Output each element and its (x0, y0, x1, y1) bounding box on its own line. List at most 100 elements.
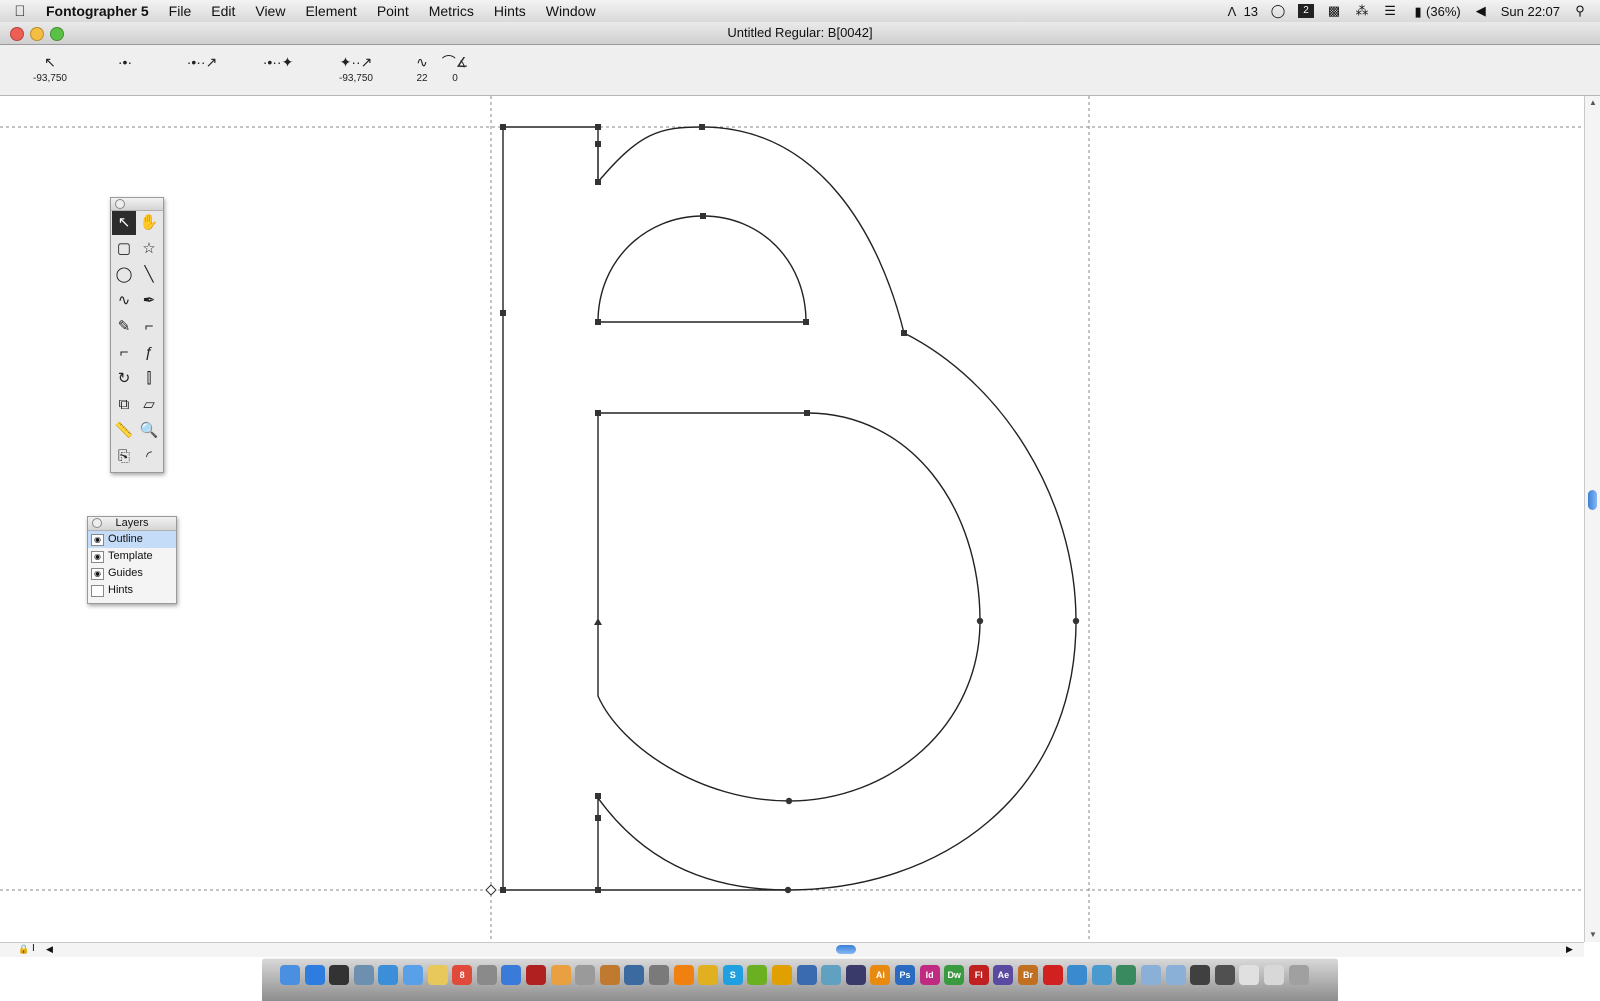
dock-system-preferences-icon[interactable] (649, 965, 669, 985)
dock-fontlab-icon[interactable] (772, 965, 792, 985)
dock-finder-icon[interactable] (280, 965, 300, 985)
scroll-right-arrow-icon[interactable]: ▶ (1566, 944, 1573, 955)
dock-fontographer-icon[interactable] (845, 965, 866, 985)
menu-hints[interactable]: Hints (484, 0, 536, 22)
wifi-icon[interactable]: ☰ (1382, 4, 1398, 18)
dock-messages-icon[interactable] (403, 965, 423, 985)
dock-spotify-icon[interactable] (747, 965, 768, 985)
lock-icon[interactable]: 🔒 (18, 944, 29, 955)
freehand-tool[interactable]: ∿ (112, 289, 136, 313)
bluetooth-icon[interactable]: ⁂ (1354, 4, 1370, 18)
apple-menu-icon[interactable]:  (0, 3, 40, 20)
dock-network-icon[interactable] (796, 965, 817, 985)
tools-palette-title-bar[interactable] (111, 198, 163, 211)
eye-icon[interactable]: ◉ (91, 551, 104, 563)
layer-template[interactable]: ◉ Template (88, 548, 176, 565)
zoom-tool[interactable]: 🔍 (137, 419, 161, 443)
sync-icon[interactable]: ◯ (1270, 4, 1286, 18)
dock-app-extra-icon[interactable] (821, 965, 842, 985)
menu-edit[interactable]: Edit (201, 0, 245, 22)
hand-tool[interactable]: ✋ (137, 211, 161, 235)
dock-trash-icon[interactable] (1288, 965, 1309, 985)
star-tool[interactable]: ☆ (137, 237, 161, 261)
dock-photos-icon[interactable] (476, 965, 497, 985)
menu-element[interactable]: Element (295, 0, 366, 22)
dock-skype-icon[interactable]: S (722, 965, 743, 985)
text-cursor-icon[interactable]: I (32, 943, 35, 954)
rectangle-tool[interactable]: ▢ (112, 237, 136, 261)
eye-icon[interactable]: ◉ (91, 534, 104, 546)
dock-acrobat-icon[interactable] (1042, 965, 1063, 985)
curve-point-tool[interactable]: ⌐ (137, 315, 161, 339)
visibility-checkbox[interactable] (91, 585, 104, 597)
dock-folder-2-icon[interactable] (1165, 965, 1186, 985)
vertical-scrollbar[interactable]: ▲ ▼ (1584, 96, 1600, 942)
menu-view[interactable]: View (245, 0, 295, 22)
scroll-down-arrow-icon[interactable]: ▼ (1587, 930, 1599, 940)
scroll-up-arrow-icon[interactable]: ▲ (1587, 98, 1599, 108)
corner-rounding-tool[interactable]: ◜ (137, 445, 161, 469)
dock-photobooth-icon[interactable] (526, 965, 546, 985)
menu-window[interactable]: Window (536, 0, 606, 22)
line-tool[interactable]: ╲ (137, 263, 161, 287)
menu-file[interactable]: File (159, 0, 202, 22)
dock-chrome-icon[interactable] (698, 965, 719, 985)
zoom-window-button[interactable] (50, 27, 64, 41)
dock-app-c-icon[interactable] (1116, 965, 1137, 985)
layer-outline[interactable]: ◉ Outline (88, 531, 176, 548)
dock-flash-icon[interactable]: Fl (968, 965, 989, 985)
reflect-tool[interactable]: ⫿ (137, 367, 161, 391)
menu-point[interactable]: Point (367, 0, 419, 22)
dock-automator-icon[interactable] (575, 965, 596, 985)
vertical-scroll-thumb[interactable] (1588, 490, 1597, 510)
horizontal-scroll-thumb[interactable] (836, 945, 856, 954)
dock-app-a-icon[interactable] (1067, 965, 1088, 985)
horizontal-scrollbar[interactable]: 🔒 I ◀ ▶ (0, 942, 1584, 957)
dock-folder-1-icon[interactable] (1141, 965, 1161, 985)
dock-preview-icon[interactable] (353, 965, 374, 985)
dock-bridge-icon[interactable]: Br (1018, 965, 1038, 985)
spotlight-search-icon[interactable]: ⚲ (1572, 4, 1588, 18)
display-icon[interactable]: ▩ (1326, 4, 1342, 18)
dock-window-2-icon[interactable] (1214, 965, 1235, 985)
dock-garageband-icon[interactable] (599, 965, 620, 985)
scale-tool[interactable]: ⧉ (112, 393, 136, 417)
adobe-status[interactable]: Λ 13 (1224, 4, 1258, 19)
measure-tool[interactable]: 📏 (112, 419, 136, 443)
dock-dreamweaver-icon[interactable]: Dw (944, 965, 965, 985)
two-icon[interactable]: 2 (1298, 4, 1315, 18)
close-palette-icon[interactable] (115, 199, 125, 209)
glyph-edit-canvas[interactable] (0, 96, 1584, 942)
ellipse-tool[interactable]: ◯ (112, 263, 136, 287)
layer-guides[interactable]: ◉ Guides (88, 565, 176, 582)
close-palette-icon[interactable] (92, 518, 102, 528)
dock-indesign-icon[interactable]: Id (919, 965, 940, 985)
layer-hints[interactable]: Hints (88, 582, 176, 599)
volume-icon[interactable]: ◀ (1473, 4, 1489, 18)
dock-after-effects-icon[interactable]: Ae (993, 965, 1014, 985)
eye-icon[interactable]: ◉ (91, 568, 104, 580)
dock-app-b-icon[interactable] (1091, 965, 1112, 985)
layers-palette-title-bar[interactable]: Layers (88, 517, 176, 531)
battery-status[interactable]: ▮ (36%) (1410, 4, 1460, 19)
pen-tool[interactable]: ✒ (137, 289, 161, 313)
minimize-window-button[interactable] (30, 27, 44, 41)
brush-tool[interactable]: ✎ (112, 315, 136, 339)
tangent-point-tool[interactable]: ƒ (137, 341, 161, 365)
knife-tool[interactable]: ⎘ (112, 445, 136, 469)
dock-vlc-icon[interactable] (673, 965, 694, 985)
scroll-left-arrow-icon[interactable]: ◀ (46, 944, 53, 955)
dock-window-4-icon[interactable] (1264, 965, 1284, 985)
menu-metrics[interactable]: Metrics (419, 0, 484, 22)
skew-tool[interactable]: ▱ (137, 393, 161, 417)
dock-dashboard-icon[interactable] (329, 965, 350, 985)
dock-app-store-icon[interactable] (304, 965, 325, 985)
dock-window-3-icon[interactable] (1239, 965, 1260, 985)
dock-calendar-icon[interactable]: 8 (452, 965, 473, 985)
dock-notes-icon[interactable] (427, 965, 448, 985)
clock[interactable]: Sun 22:07 (1501, 4, 1560, 19)
rotate-tool[interactable]: ↻ (112, 367, 136, 391)
close-window-button[interactable] (10, 27, 24, 41)
dock-itunes-icon[interactable] (501, 965, 522, 985)
dock-photoshop-icon[interactable]: Ps (895, 965, 915, 985)
